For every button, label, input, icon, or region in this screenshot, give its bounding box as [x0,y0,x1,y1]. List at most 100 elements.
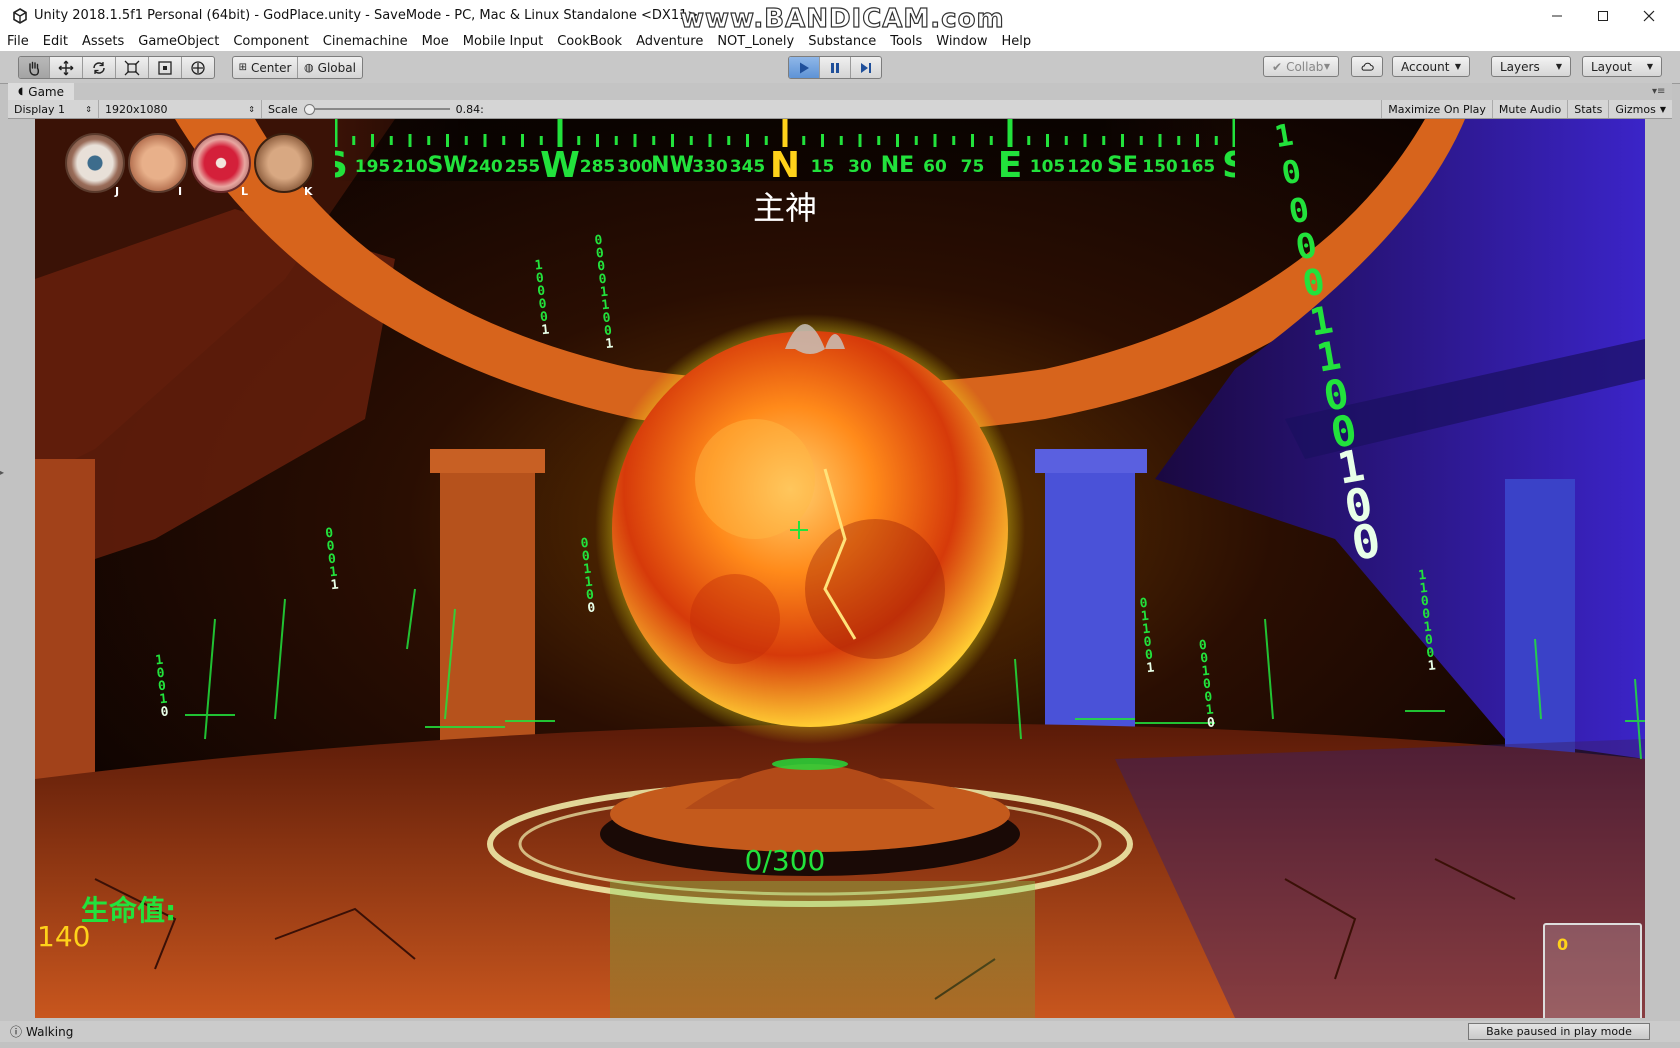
check-icon: ✔ [1272,59,1283,74]
stats-toggle[interactable]: Stats [1568,100,1610,118]
menu-file[interactable]: File [0,34,36,49]
compass-bar: S 195210SW240255W285300NW330345N 15 30 NE 60 7… [335,119,1235,181]
rect-tool-button[interactable] [149,57,182,78]
scale-tool-button[interactable] [116,57,149,78]
scale-icon [124,60,140,75]
cloud-button[interactable] [1351,56,1383,77]
menu-cookbook[interactable]: CookBook [550,34,629,49]
compass-label: 240 [467,157,503,177]
display-label: Display 1 [14,102,66,116]
menu-not-lonely[interactable]: NOT_Lonely [710,34,801,49]
menu-adventure[interactable]: Adventure [629,34,710,49]
pivot-global-toggle[interactable]: ◍ Global [298,57,362,78]
game-tab[interactable]: ◖ Game [8,83,75,100]
menu-component[interactable]: Component [226,34,315,49]
layers-dropdown[interactable]: Layers ▼ [1491,56,1571,77]
game-tab-label: Game [28,84,65,99]
lips-ability-icon[interactable] [191,133,251,193]
rotate-icon [93,61,105,74]
binary-digit: 1 [1145,660,1156,677]
compass-label: 150 [1142,157,1178,177]
transform-tools [18,56,215,79]
binary-digit: 0 [1285,189,1313,232]
layers-label: Layers [1500,59,1540,74]
praying-hands-ability-icon[interactable] [254,133,314,193]
hand-tool-button[interactable] [19,57,50,78]
resolution-select[interactable]: 1920x1080 ⇕ [99,100,262,118]
binary-digit: 0 [160,704,170,721]
maximize-button[interactable] [1580,0,1626,31]
compass-label: W [540,145,580,181]
scale-control: Scale 0.84: [262,100,490,118]
close-button[interactable] [1626,0,1672,31]
pivot-global-label: Global [317,60,356,75]
target-name: 主神 [752,189,817,227]
dropdown-arrow-icon: ▼ [1454,62,1461,71]
binary-digit: 1 [1427,658,1437,675]
compass-label: S [1222,145,1235,181]
menu-window[interactable]: Window [929,34,994,49]
hp-label: 生命值: [81,894,177,927]
item-count: 0 [1557,935,1569,954]
menu-cinemachine[interactable]: Cinemachine [316,34,415,49]
game-controller-icon: ◖ [18,86,24,97]
pause-icon [831,62,839,73]
gizmos-dropdown[interactable]: Gizmos ▼ [1609,100,1672,118]
menu-edit[interactable]: Edit [36,34,75,49]
binary-rain-column: 100001100100 [1272,119,1395,571]
rotate-tool-button[interactable] [83,57,116,78]
menu-help[interactable]: Help [995,34,1039,49]
compass-label: 210 [392,157,428,177]
game-viewport[interactable]: 123456 [35,119,1645,1018]
rect-transform-icon [158,60,172,75]
handshake-ability-icon[interactable] [128,133,188,193]
compass-label: E [998,145,1023,181]
compass-label: SE [1107,153,1138,178]
menu-gameobject[interactable]: GameObject [131,34,226,49]
compass-label: 15 [811,157,835,177]
move-tool-button[interactable] [50,57,83,78]
compass-label: N [770,145,800,181]
scale-slider[interactable] [303,104,450,115]
display-select[interactable]: Display 1 ⇕ [8,100,99,118]
mute-audio-toggle[interactable]: Mute Audio [1493,100,1569,118]
progress-counter: 0/300 [744,844,826,877]
panel-resize-handle[interactable]: ▸ [0,468,4,477]
eye-ability-icon[interactable] [65,133,125,193]
step-forward-icon [861,62,871,73]
close-icon [1643,10,1655,21]
minimize-button[interactable] [1534,0,1580,31]
step-button[interactable] [851,57,881,78]
item-slot[interactable]: 0 [1543,923,1642,1018]
compass-label: SW [427,153,467,178]
panel-menu-icon[interactable]: ▾≡ [1652,86,1665,97]
compass-label: NW [651,153,694,178]
play-button[interactable] [789,57,820,78]
layout-dropdown[interactable]: Layout ▼ [1582,56,1662,77]
select-arrows-icon: ⇕ [248,104,255,114]
maximize-icon [1598,10,1608,21]
menu-mobile-input[interactable]: Mobile Input [456,34,550,49]
compass-label: 60 [923,157,947,177]
compass-label: 255 [505,157,541,177]
menu-tools[interactable]: Tools [883,34,929,49]
menu-assets[interactable]: Assets [75,34,131,49]
status-bar: ⓘ Walking Bake paused in play mode [0,1021,1680,1042]
compass-label: 330 [692,157,728,177]
unity-logo-icon [13,7,27,24]
pause-button[interactable] [820,57,851,78]
account-dropdown[interactable]: Account ▼ [1392,56,1470,77]
dropdown-arrow-icon: ▼ [1323,62,1330,71]
collab-dropdown[interactable]: ✔ Collab ▼ [1263,56,1339,77]
globe-icon: ◍ [304,61,314,74]
maximize-on-play-toggle[interactable]: Maximize On Play [1381,100,1493,118]
menu-substance[interactable]: Substance [801,34,883,49]
ability-key-k: K [304,185,313,198]
compass-label: 300 [617,157,653,177]
scale-slider-handle[interactable] [303,104,315,115]
transform-all-tool-button[interactable] [182,57,214,78]
menu-moe[interactable]: Moe [415,34,456,49]
bake-progress-bar: Bake paused in play mode [1468,1023,1650,1040]
pivot-center-toggle[interactable]: ⊞ Center [233,57,298,78]
dropdown-arrow-icon: ▼ [1659,104,1666,114]
